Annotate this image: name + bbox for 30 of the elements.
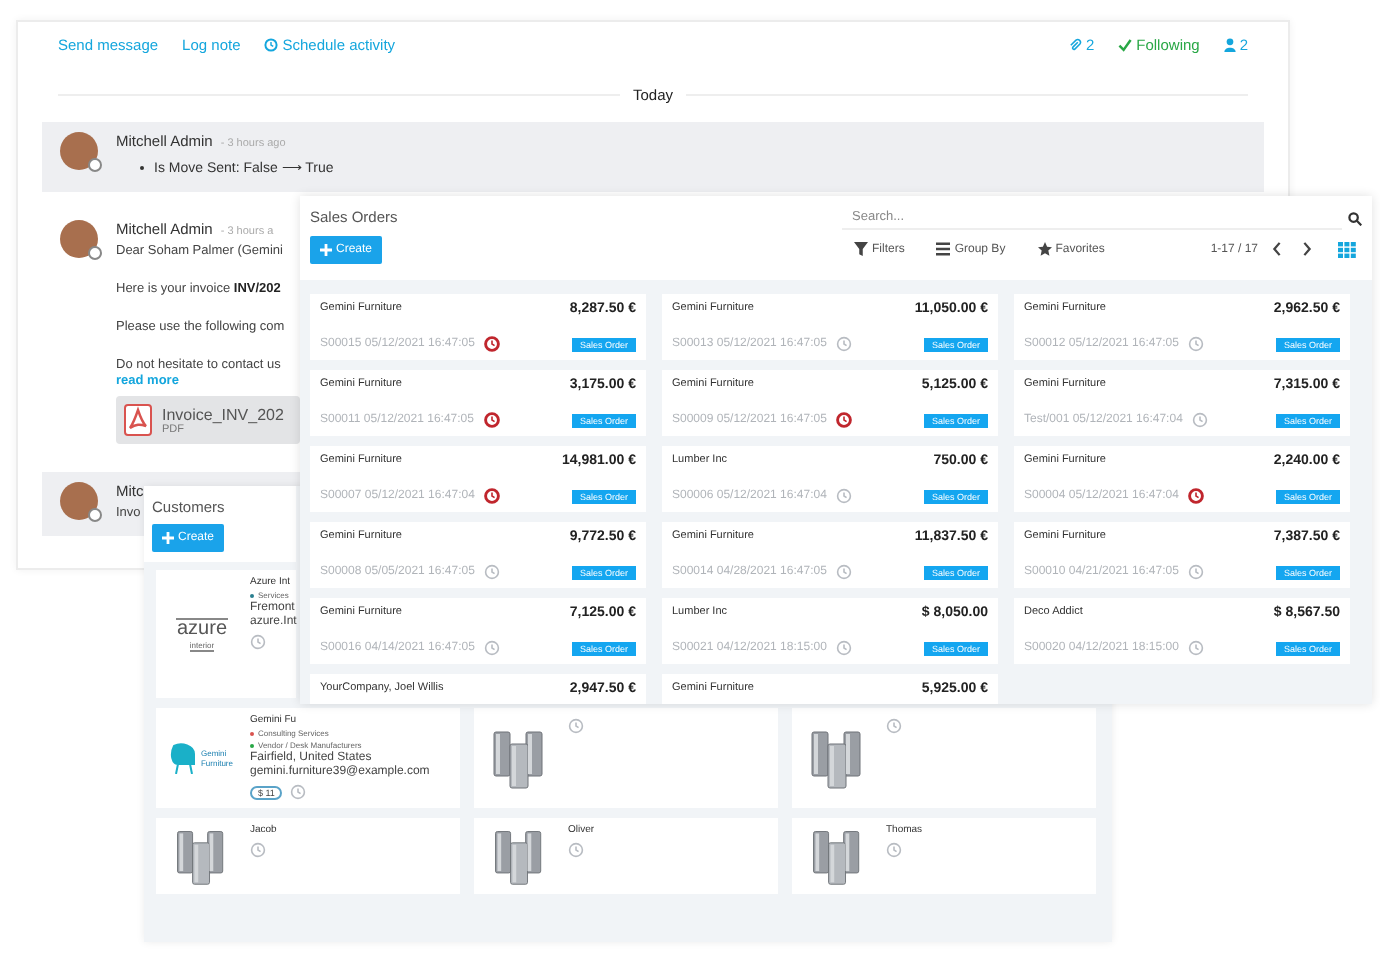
plus-icon bbox=[162, 532, 174, 544]
paperclip-icon bbox=[1067, 37, 1082, 51]
clock-icon bbox=[264, 37, 279, 51]
logo-text: azure bbox=[176, 617, 227, 639]
clock-icon bbox=[886, 842, 902, 858]
clock-icon bbox=[568, 842, 584, 858]
grid-icon bbox=[1338, 241, 1356, 257]
list-icon bbox=[936, 242, 951, 256]
chevron-left-icon bbox=[1272, 242, 1282, 256]
kanban-view-button[interactable] bbox=[1332, 237, 1362, 261]
pdf-icon bbox=[124, 404, 152, 436]
check-icon bbox=[1118, 37, 1133, 51]
person-icon bbox=[1223, 37, 1236, 51]
clock-icon bbox=[250, 842, 266, 858]
clock-icon bbox=[886, 718, 902, 734]
chevron-right-icon bbox=[1302, 242, 1312, 256]
status-dot bbox=[88, 158, 102, 172]
attachment-name: Invoice_INV_202 bbox=[162, 405, 284, 423]
filter-icon bbox=[854, 242, 868, 256]
plus-icon bbox=[320, 244, 332, 256]
customer-card[interactable] bbox=[474, 708, 778, 808]
clock-icon bbox=[250, 634, 266, 650]
clock-icon bbox=[290, 784, 307, 800]
clock-icon bbox=[568, 718, 584, 734]
customer-card[interactable] bbox=[792, 708, 1096, 808]
chair-icon bbox=[170, 742, 199, 774]
search-icon bbox=[1348, 212, 1362, 226]
status-dot bbox=[88, 246, 102, 260]
status-dot bbox=[88, 508, 102, 522]
star-icon bbox=[1037, 242, 1052, 256]
